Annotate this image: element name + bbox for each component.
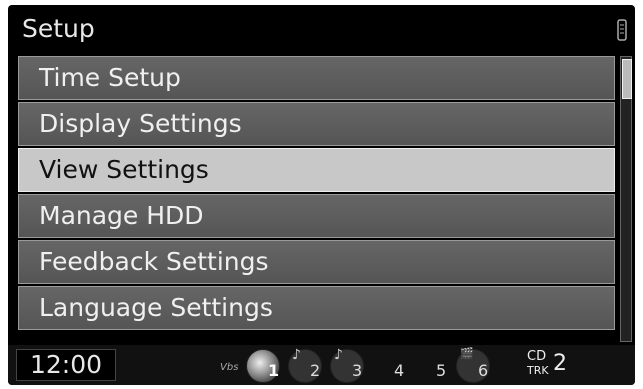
menu-item-label: View Settings (39, 155, 209, 184)
track-number: 2 (553, 351, 567, 376)
menu-item-time-setup[interactable]: Time Setup (18, 56, 615, 100)
menu-item-language-settings[interactable]: Language Settings (18, 286, 615, 330)
menu-item-label: Feedback Settings (39, 247, 269, 276)
menu-item-display-settings[interactable]: Display Settings (18, 102, 615, 146)
disc-slot-1[interactable]: 1 (244, 348, 282, 383)
disc-number: 1 (268, 361, 280, 380)
disc-number: 2 (310, 361, 321, 380)
title-bar: Setup (8, 5, 635, 53)
setup-menu: Time Setup Display Settings View Setting… (18, 56, 615, 332)
menu-item-label: Language Settings (39, 293, 273, 322)
track-label: TRK (527, 364, 549, 377)
disc-number: 4 (394, 361, 405, 380)
disc-slot-2[interactable]: ♪ 2 (286, 347, 324, 383)
phone-signal-icon (617, 19, 627, 41)
track-display: CD TRK 2 (527, 349, 627, 381)
disc-slot-3[interactable]: ♪ 3 (328, 347, 366, 383)
disc-number: 6 (478, 361, 489, 380)
disc-slot-5[interactable]: 5 (412, 348, 450, 382)
menu-item-view-settings[interactable]: View Settings (18, 148, 615, 192)
menu-item-label: Display Settings (39, 109, 242, 138)
film-icon: 🎬 (460, 347, 474, 360)
scrollbar[interactable] (620, 56, 632, 342)
disc-number: 5 (436, 361, 447, 380)
clock: 12:00 (16, 349, 116, 381)
menu-item-label: Manage HDD (39, 201, 204, 230)
music-note-icon: ♪ (292, 347, 301, 363)
menu-item-manage-hdd[interactable]: Manage HDD (18, 194, 615, 238)
disc-slot-6[interactable]: 🎬 6 (454, 347, 492, 383)
music-note-icon: ♪ (334, 347, 343, 363)
page-title: Setup (22, 14, 95, 43)
setup-screen: Setup Time Setup Display Settings View S… (8, 5, 635, 385)
menu-item-label: Time Setup (39, 63, 181, 92)
status-bar: 12:00 Vbs 1 ♪ 2 ♪ 3 4 5 🎬 6 CD TRK 2 (8, 345, 635, 385)
scrollbar-thumb[interactable] (622, 59, 632, 99)
disc-number: 3 (352, 361, 363, 380)
vbr-label: Vbs (220, 362, 239, 373)
source-label: CD (527, 349, 547, 364)
disc-slot-4[interactable]: 4 (370, 348, 408, 382)
menu-item-feedback-settings[interactable]: Feedback Settings (18, 240, 615, 284)
